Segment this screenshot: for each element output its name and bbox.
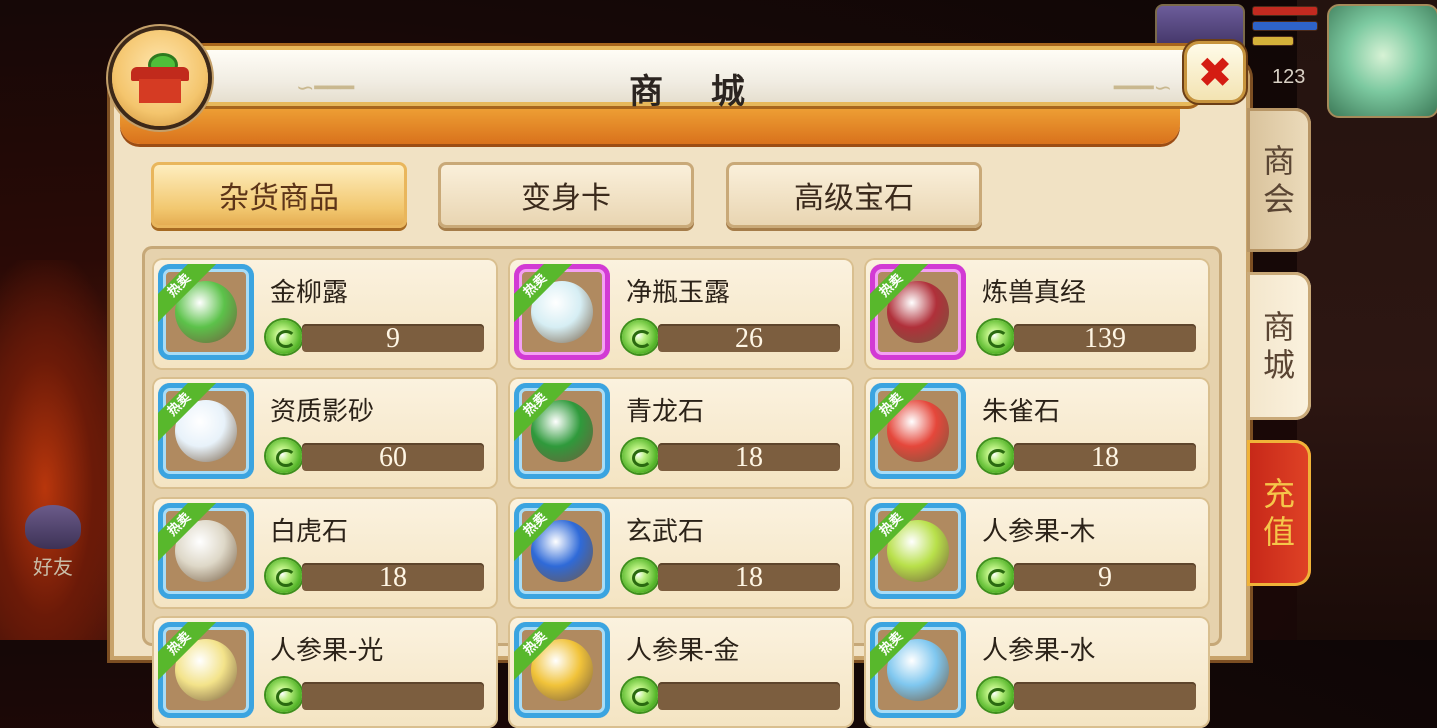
jade-coin-icon [978, 559, 1014, 593]
jade-coin-icon [266, 320, 302, 354]
tab-general-goods[interactable]: 杂货商品 [151, 162, 407, 228]
jade-coin-icon [622, 320, 658, 354]
item-card[interactable]: 热卖 玄武石 18 [508, 497, 854, 609]
side-tab-char: 充 [1262, 475, 1295, 513]
side-tab-char: 商 [1262, 308, 1295, 346]
item-icon-frame: 热卖 [158, 503, 254, 599]
item-card[interactable]: 热卖 人参果-光 [152, 616, 498, 728]
side-tab-recharge[interactable]: 充 值 [1247, 440, 1311, 586]
jade-coin-icon [978, 320, 1014, 354]
shop-logo-icon [112, 30, 208, 126]
price-bar [302, 682, 484, 710]
jade-coin-icon [978, 678, 1014, 712]
item-card[interactable]: 热卖 白虎石 18 [152, 497, 498, 609]
tab-label: 变身卡 [521, 181, 611, 216]
jade-coin-icon [266, 559, 302, 593]
friend-button[interactable]: 好友 [10, 505, 96, 585]
price-bar [1014, 682, 1196, 710]
item-name: 青龙石 [626, 397, 705, 427]
item-name: 人参果-金 [626, 636, 740, 666]
jade-coin-icon [266, 439, 302, 473]
item-name: 人参果-水 [982, 636, 1096, 666]
tab-advanced-gems[interactable]: 高级宝石 [726, 162, 982, 228]
item-price: 26 [735, 323, 763, 354]
hp-bar [1252, 6, 1318, 16]
swirl-ornament-right-icon: ━━━∽ [1113, 76, 1172, 101]
item-name: 朱雀石 [982, 397, 1061, 427]
item-icon-frame: 热卖 [158, 264, 254, 360]
item-card[interactable]: 热卖 炼兽真经 139 [864, 258, 1210, 370]
item-price: 60 [379, 442, 407, 473]
tab-transform-card[interactable]: 变身卡 [438, 162, 694, 228]
item-icon-frame: 热卖 [514, 503, 610, 599]
side-tab-guild-shop[interactable]: 商 会 [1247, 108, 1311, 252]
item-card[interactable]: 热卖 人参果-水 [864, 616, 1210, 728]
jade-coin-icon [978, 439, 1014, 473]
close-button[interactable]: ✖ [1187, 44, 1243, 100]
jade-coin-icon [266, 678, 302, 712]
item-icon-frame: 热卖 [158, 383, 254, 479]
price-bar: 9 [302, 323, 484, 354]
item-price: 18 [735, 442, 763, 473]
side-tab-char: 商 [1262, 142, 1295, 180]
item-card[interactable]: 热卖 人参果-金 [508, 616, 854, 728]
item-card[interactable]: 热卖 朱雀石 18 [864, 377, 1210, 489]
price-bar: 9 [1014, 562, 1196, 593]
player-avatar[interactable] [1327, 4, 1437, 118]
item-icon-frame: 热卖 [158, 622, 254, 718]
item-name: 金柳露 [270, 278, 349, 308]
title-bar: ∽━━━ 商 城 ━━━∽ [96, 44, 1266, 112]
item-name: 玄武石 [626, 517, 705, 547]
price-bar: 18 [1014, 442, 1196, 473]
jade-coin-icon [622, 678, 658, 712]
item-name: 人参果-光 [270, 636, 384, 666]
item-icon-frame: 热卖 [514, 622, 610, 718]
item-card[interactable]: 热卖 金柳露 9 [152, 258, 498, 370]
item-price: 18 [735, 562, 763, 593]
item-card[interactable]: 热卖 资质影砂 60 [152, 377, 498, 489]
side-tab-char: 值 [1262, 513, 1295, 551]
item-icon-frame: 热卖 [870, 503, 966, 599]
item-icon-frame: 热卖 [870, 383, 966, 479]
item-price: 139 [1084, 323, 1126, 354]
item-icon-frame: 热卖 [870, 622, 966, 718]
item-icon-frame: 热卖 [514, 264, 610, 360]
tab-label: 杂货商品 [219, 181, 339, 216]
price-bar: 18 [658, 562, 840, 593]
player-level: 123 [1272, 66, 1306, 88]
side-tab-mall[interactable]: 商 城 [1247, 272, 1311, 420]
friend-icon [25, 505, 81, 549]
price-bar: 60 [302, 442, 484, 473]
item-card[interactable]: 热卖 人参果-木 9 [864, 497, 1210, 609]
item-price: 18 [379, 562, 407, 593]
close-icon: ✖ [1197, 47, 1233, 97]
jade-coin-icon [622, 559, 658, 593]
item-price: 18 [1091, 442, 1119, 473]
title-ribbon: ∽━━━ 商 城 ━━━∽ [196, 50, 1196, 112]
jade-coin-icon [622, 439, 658, 473]
tab-label: 高级宝石 [794, 181, 914, 216]
friend-label: 好友 [33, 555, 73, 579]
mp-bar [1252, 21, 1318, 31]
item-price: 9 [386, 323, 400, 354]
page-title: 商 城 [629, 72, 763, 112]
price-bar: 139 [1014, 323, 1196, 354]
price-bar: 18 [302, 562, 484, 593]
item-card[interactable]: 热卖 青龙石 18 [508, 377, 854, 489]
price-bar [658, 682, 840, 710]
item-icon-frame: 热卖 [514, 383, 610, 479]
price-bar: 26 [658, 323, 840, 354]
side-tab-char: 城 [1262, 346, 1295, 384]
item-name: 净瓶玉露 [626, 278, 731, 308]
item-name: 人参果-木 [982, 517, 1096, 547]
side-tab-char: 会 [1262, 180, 1295, 218]
item-name: 白虎石 [270, 517, 349, 547]
price-bar: 18 [658, 442, 840, 473]
item-icon-frame: 热卖 [870, 264, 966, 360]
item-card[interactable]: 热卖 净瓶玉露 26 [508, 258, 854, 370]
item-name: 资质影砂 [270, 397, 375, 427]
item-price: 9 [1098, 562, 1112, 593]
item-name: 炼兽真经 [982, 278, 1087, 308]
